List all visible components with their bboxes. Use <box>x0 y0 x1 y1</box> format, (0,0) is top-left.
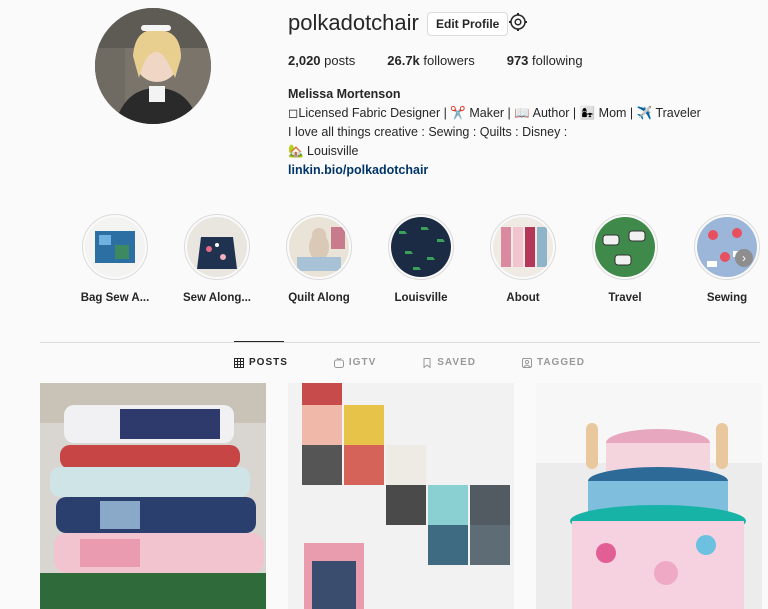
active-tab-indicator <box>234 341 284 342</box>
highlight-label: Sewing <box>706 292 748 304</box>
followers-label: followers <box>423 53 475 68</box>
tab-label: POSTS <box>249 357 288 368</box>
story-highlights: Bag Sew A... Sew Along... Quilt Along Lo… <box>72 214 762 304</box>
highlight-label: Sew Along... <box>183 292 251 304</box>
highlight-sewing[interactable]: Sewing <box>684 214 768 304</box>
tab-igtv[interactable]: IGTV <box>333 357 377 368</box>
following-label: following <box>532 53 583 68</box>
following-stat[interactable]: 973 following <box>507 53 583 68</box>
highlight-ring <box>592 214 658 280</box>
followers-stat[interactable]: 26.7k followers <box>387 53 474 68</box>
bio-line-1: ◻Licensed Fabric Designer | ✂️ Maker | 📖… <box>288 106 701 120</box>
tab-label: IGTV <box>348 357 377 368</box>
tab-label: TAGGED <box>536 357 586 368</box>
post-thumbnail-2[interactable] <box>288 383 514 609</box>
highlight-label: Quilt Along <box>288 292 350 304</box>
highlight-sew-along[interactable]: Sew Along... <box>174 214 260 304</box>
highlight-thumbnail <box>595 217 655 277</box>
highlight-ring <box>694 214 760 280</box>
profile-bio: Melissa Mortenson ◻Licensed Fabric Desig… <box>288 85 701 180</box>
highlight-travel[interactable]: Travel <box>582 214 668 304</box>
posts-label: posts <box>324 53 356 68</box>
tabs-divider <box>40 342 760 343</box>
post-thumbnail-3[interactable] <box>536 383 762 609</box>
tab-tagged[interactable]: TAGGED <box>521 357 586 368</box>
profile-tabs: POSTS IGTV SAVED TAGGED <box>234 357 585 368</box>
posts-stat: 2,020 posts <box>288 53 355 68</box>
highlight-label: About <box>506 292 540 304</box>
highlight-thumbnail <box>289 217 349 277</box>
highlight-thumbnail <box>85 217 145 277</box>
bio-line-3: 🏡 Louisville <box>288 144 359 158</box>
post-grid <box>40 383 762 609</box>
highlight-ring <box>286 214 352 280</box>
settings-gear-icon[interactable] <box>508 12 528 32</box>
highlight-bag-sew-along[interactable]: Bag Sew A... <box>72 214 158 304</box>
tag-icon <box>521 357 532 368</box>
grid-icon <box>234 357 244 368</box>
highlight-label: Bag Sew A... <box>80 292 150 304</box>
tv-icon <box>333 357 344 368</box>
bio-name: Melissa Mortenson <box>288 87 401 101</box>
following-count: 973 <box>506 53 529 68</box>
followers-count: 26.7k <box>387 53 420 68</box>
profile-avatar[interactable] <box>95 8 211 124</box>
bookmark-icon <box>423 357 431 368</box>
highlight-thumbnail <box>697 217 757 277</box>
bio-link[interactable]: linkin.bio/polkadotchair <box>288 161 701 180</box>
highlight-ring <box>388 214 454 280</box>
tab-saved[interactable]: SAVED <box>422 357 476 368</box>
highlight-label: Travel <box>608 292 642 304</box>
highlight-ring <box>490 214 556 280</box>
tab-posts[interactable]: POSTS <box>234 357 288 368</box>
highlight-ring <box>184 214 250 280</box>
highlights-next-chevron-icon[interactable]: › <box>735 249 753 267</box>
edit-profile-button[interactable]: Edit Profile <box>427 12 509 36</box>
post-thumbnail-1[interactable] <box>40 383 266 609</box>
highlight-quilt-along[interactable]: Quilt Along <box>276 214 362 304</box>
highlight-thumbnail <box>187 217 247 277</box>
profile-stats: 2,020 posts 26.7k followers 973 followin… <box>288 53 583 68</box>
profile-username: polkadotchair <box>288 10 419 35</box>
highlight-thumbnail <box>493 217 553 277</box>
highlight-louisville[interactable]: Louisville <box>378 214 464 304</box>
highlight-ring <box>82 214 148 280</box>
bio-line-2: I love all things creative : Sewing : Qu… <box>288 125 568 139</box>
posts-count: 2,020 <box>288 53 321 68</box>
highlight-about[interactable]: About <box>480 214 566 304</box>
tab-label: SAVED <box>437 357 476 368</box>
highlight-thumbnail <box>391 217 451 277</box>
highlight-label: Louisville <box>394 292 448 304</box>
